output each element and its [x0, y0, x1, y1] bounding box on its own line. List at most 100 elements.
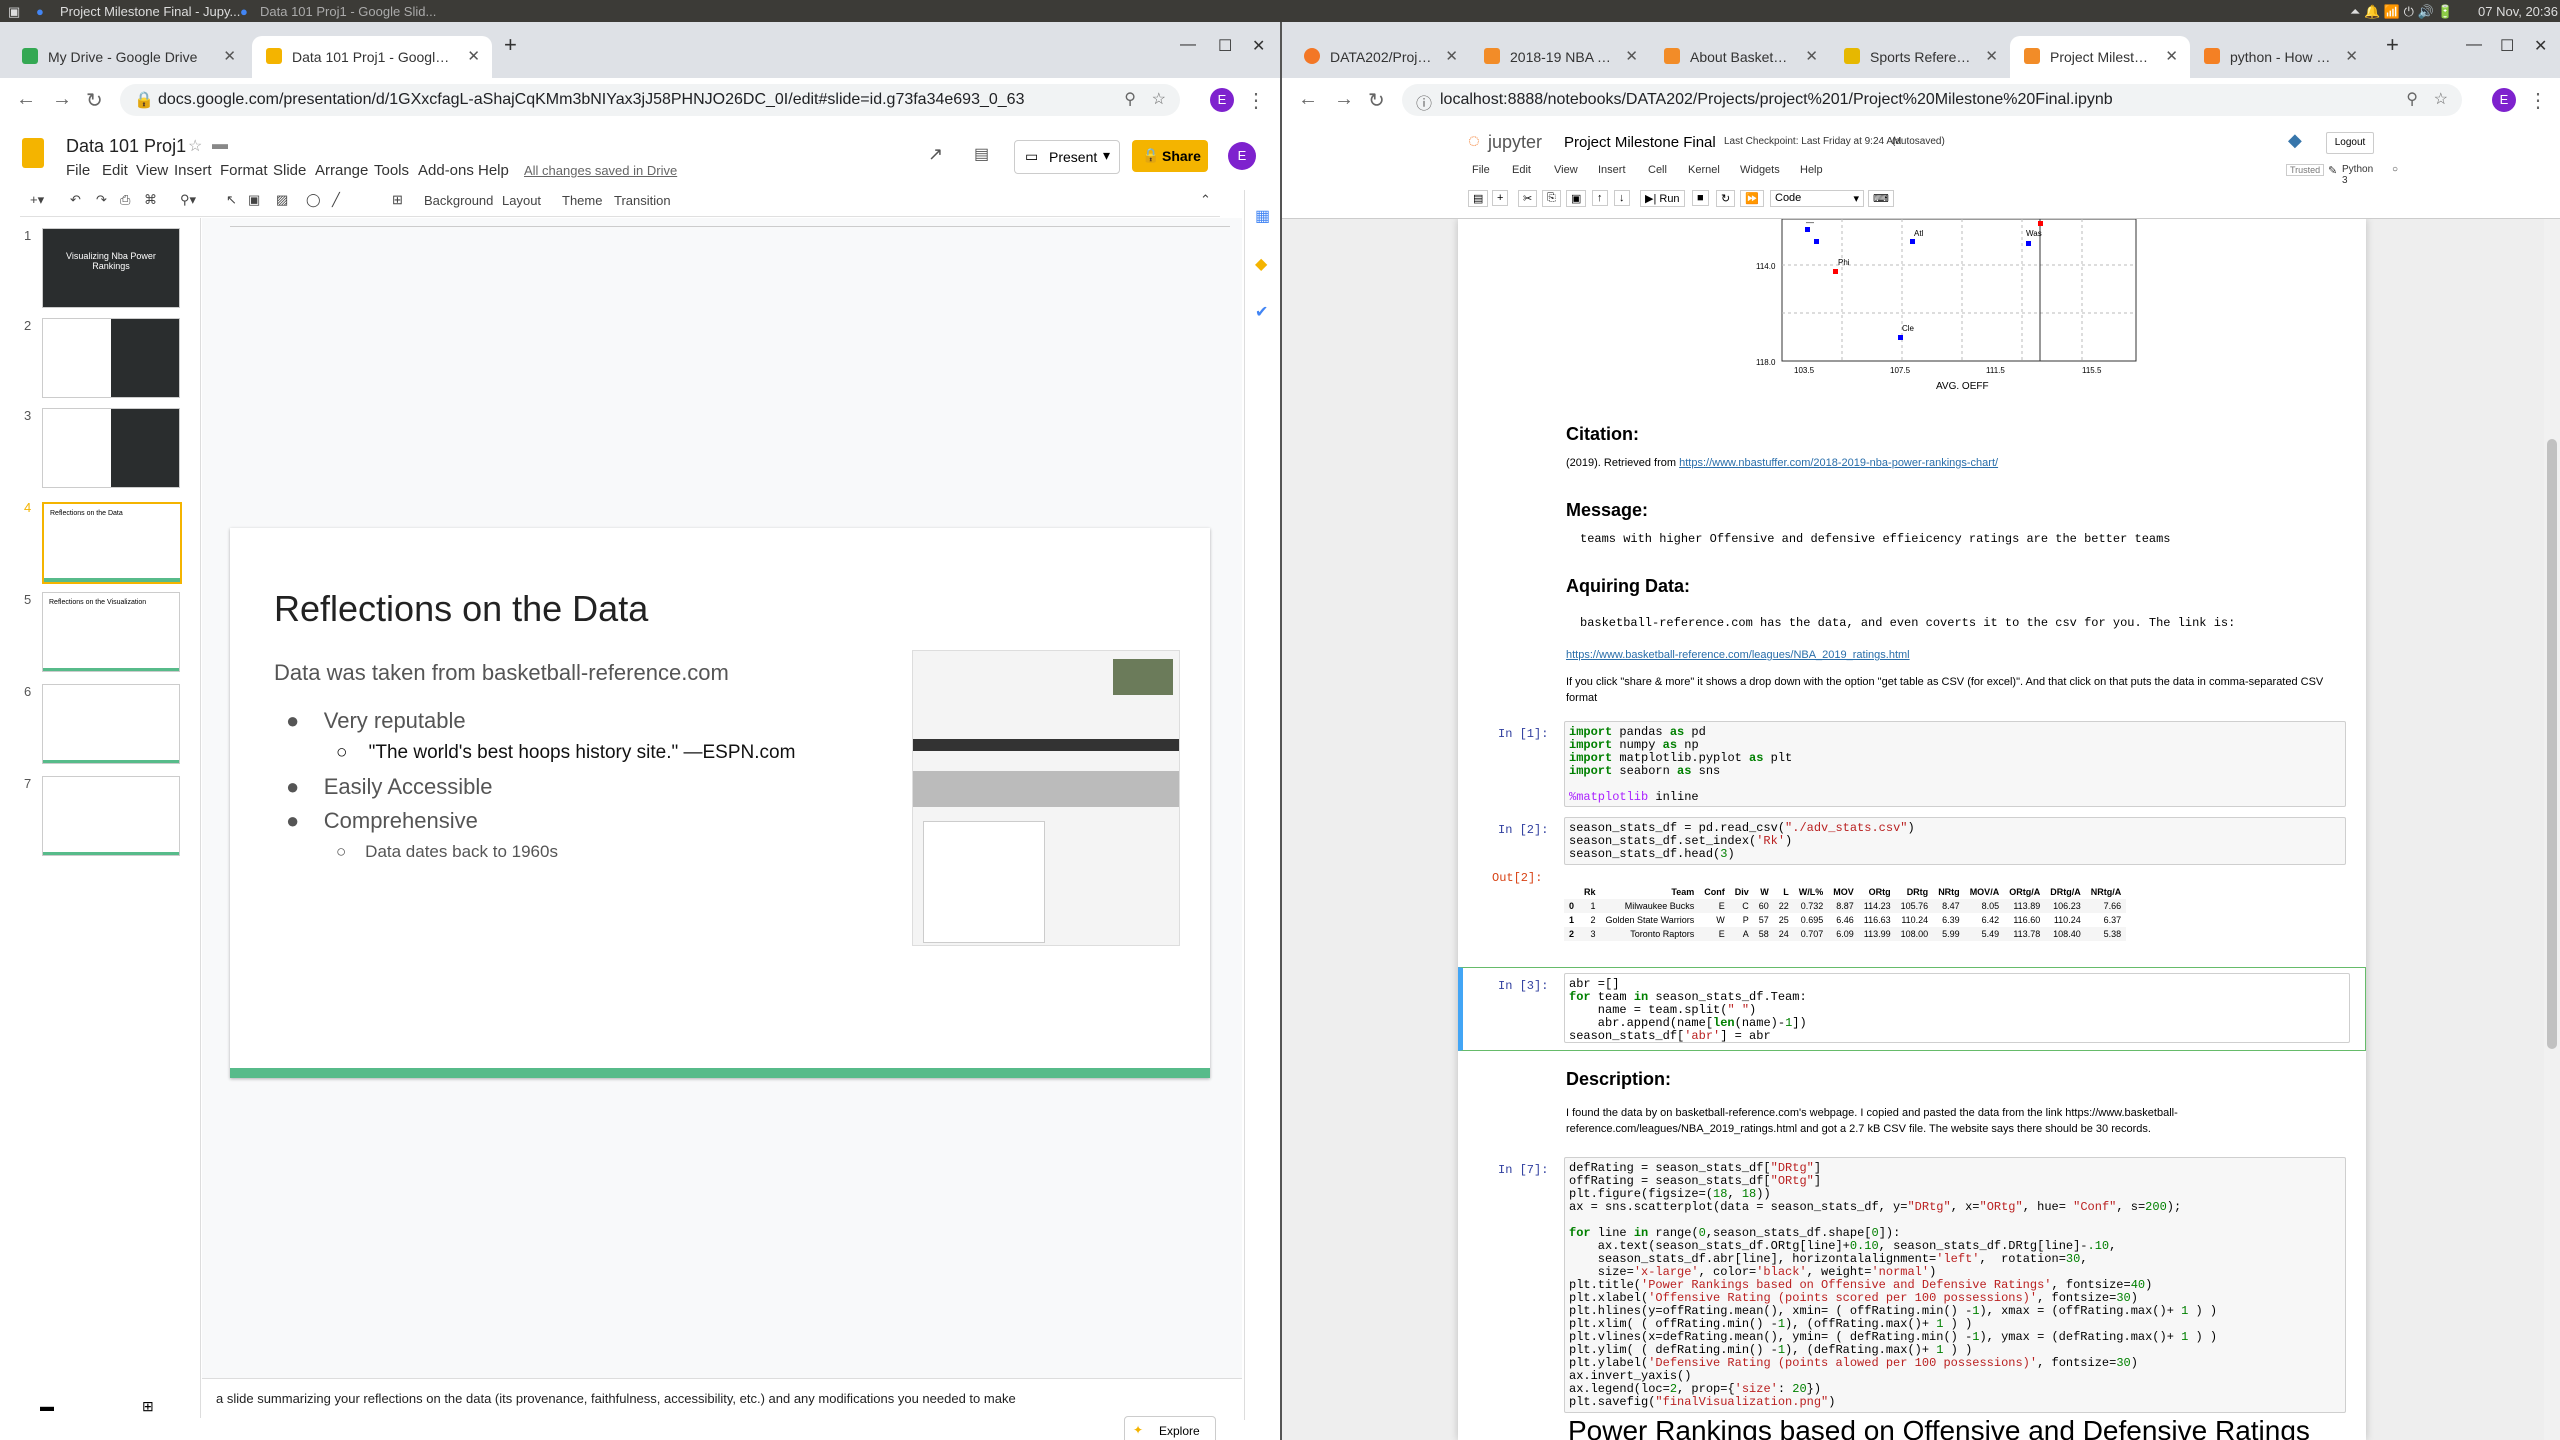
- menu-edit[interactable]: Edit: [1512, 164, 1531, 176]
- slide-thumb-2[interactable]: [42, 318, 180, 398]
- keyboard-icon[interactable]: ⌨: [1868, 190, 1894, 207]
- acquiring-link[interactable]: https://www.basketball-reference.com/lea…: [1566, 649, 1910, 661]
- close-icon[interactable]: ✕: [1625, 47, 1638, 65]
- menu-insert[interactable]: Insert: [1598, 164, 1626, 176]
- bullet-3a[interactable]: ○ Data dates back to 1960s: [336, 842, 558, 862]
- menu-arrange[interactable]: Arrange: [315, 162, 368, 179]
- move-down-icon[interactable]: ↓: [1614, 190, 1630, 206]
- forward-icon[interactable]: →: [52, 88, 72, 111]
- filmstrip-view-icon[interactable]: ▬: [40, 1398, 54, 1414]
- chrome-menu-icon[interactable]: ⋮: [2528, 88, 2548, 113]
- slide-thumb-4-selected[interactable]: Reflections on the Data: [42, 502, 182, 584]
- tasks-icon[interactable]: ✔: [1255, 302, 1268, 322]
- speaker-notes[interactable]: a slide summarizing your reflections on …: [202, 1378, 1242, 1440]
- address-bar[interactable]: ⓘ localhost:8888/notebooks/DATA202/Proje…: [1402, 84, 2462, 116]
- menu-insert[interactable]: Insert: [174, 162, 212, 179]
- cell-type-select[interactable]: Code ▾: [1770, 190, 1864, 207]
- back-icon[interactable]: ←: [1298, 88, 1318, 111]
- tab-nba-team-ratings[interactable]: 2018-19 NBA Team R ✕: [1470, 36, 1650, 78]
- print-icon[interactable]: ⎙: [120, 192, 130, 208]
- keep-icon[interactable]: ◆: [1255, 254, 1267, 274]
- trusted-badge[interactable]: Trusted: [2286, 164, 2325, 176]
- save-icon[interactable]: ▤: [1468, 190, 1489, 207]
- paste-icon[interactable]: ▣: [1566, 190, 1587, 207]
- slide-thumb-3[interactable]: [42, 408, 180, 488]
- back-icon[interactable]: ←: [16, 88, 36, 111]
- image-icon[interactable]: ▨: [276, 192, 288, 208]
- select-icon[interactable]: ↖: [226, 192, 237, 208]
- maximize-button[interactable]: ☐: [2500, 36, 2514, 56]
- cut-icon[interactable]: ✂: [1518, 190, 1538, 207]
- copy-icon[interactable]: ⎘: [1542, 190, 1561, 207]
- slide-thumb-6[interactable]: [42, 684, 180, 764]
- layout-button[interactable]: Layout: [502, 193, 541, 208]
- activity-icon[interactable]: ↗: [928, 144, 943, 165]
- bullet-1[interactable]: ● Very reputable: [286, 708, 466, 734]
- chrome-menu-icon[interactable]: ⋮: [1246, 88, 1266, 113]
- zoom-icon[interactable]: ⚲▾: [180, 192, 196, 208]
- redo-icon[interactable]: ↷: [96, 192, 107, 208]
- os-menu-icon[interactable]: ▣: [8, 4, 20, 20]
- close-icon[interactable]: ✕: [2165, 47, 2178, 65]
- new-tab-button[interactable]: +: [504, 32, 517, 58]
- stop-icon[interactable]: ■: [1692, 190, 1709, 206]
- code-cell-3[interactable]: abr =[] for team in season_stats_df.Team…: [1564, 973, 2350, 1043]
- zoom-icon[interactable]: ⚲: [2406, 89, 2418, 109]
- menu-tools[interactable]: Tools: [374, 162, 409, 179]
- address-bar[interactable]: 🔒 docs.google.com/presentation/d/1GXxcfa…: [120, 84, 1180, 116]
- scrollbar-thumb[interactable]: [2547, 439, 2557, 1049]
- code-cell-7-source[interactable]: defRating = season_stats_df["DRtg"] offR…: [1569, 1162, 2217, 1409]
- new-tab-button[interactable]: +: [2386, 32, 2399, 58]
- jupyter-logo-icon[interactable]: ◌: [1468, 130, 1480, 153]
- menu-help[interactable]: Help: [1800, 164, 1823, 176]
- minimize-button[interactable]: —: [1180, 36, 1196, 54]
- menu-format[interactable]: Format: [220, 162, 268, 179]
- menu-edit[interactable]: Edit: [102, 162, 128, 179]
- move-up-icon[interactable]: ↑: [1592, 190, 1608, 206]
- tab-stackoverflow[interactable]: python - How to cha ✕: [2190, 36, 2370, 78]
- menu-kernel[interactable]: Kernel: [1688, 164, 1720, 176]
- folder-icon[interactable]: ▬: [212, 136, 228, 154]
- zoom-icon[interactable]: ⚲: [1124, 89, 1136, 109]
- slide-title[interactable]: Reflections on the Data: [274, 588, 648, 630]
- background-button[interactable]: Background: [424, 193, 493, 208]
- close-window-button[interactable]: ✕: [1252, 36, 1265, 56]
- comments-icon[interactable]: ▤: [974, 144, 989, 164]
- close-icon[interactable]: ✕: [2345, 47, 2358, 65]
- slides-logo-icon[interactable]: [22, 138, 44, 168]
- present-button[interactable]: ▭ Present ▾: [1014, 140, 1120, 174]
- comment-add-icon[interactable]: ⊞: [392, 192, 403, 208]
- current-slide[interactable]: Reflections on the Data Data was taken f…: [230, 528, 1210, 1078]
- tab-google-slides[interactable]: Data 101 Proj1 - Google Slides ✕: [252, 36, 492, 78]
- reload-icon[interactable]: ↻: [1368, 88, 1385, 113]
- menu-cell[interactable]: Cell: [1648, 164, 1667, 176]
- explore-button[interactable]: ✦ Explore: [1124, 1416, 1216, 1440]
- menu-view[interactable]: View: [1554, 164, 1578, 176]
- shape-icon[interactable]: ◯: [306, 192, 321, 208]
- close-icon[interactable]: ✕: [467, 47, 480, 65]
- account-avatar[interactable]: E: [1228, 142, 1256, 170]
- menu-widgets[interactable]: Widgets: [1740, 164, 1780, 176]
- notebook-title[interactable]: Project Milestone Final: [1564, 134, 1716, 151]
- second-window-title[interactable]: Data 101 Proj1 - Google Slid...: [260, 4, 436, 19]
- code-cell-3-source[interactable]: abr =[] for team in season_stats_df.Team…: [1569, 978, 1807, 1043]
- share-button[interactable]: 🔒 Share: [1132, 140, 1208, 172]
- close-window-button[interactable]: ✕: [2534, 36, 2547, 56]
- menu-slide[interactable]: Slide: [273, 162, 306, 179]
- menu-help[interactable]: Help: [478, 162, 509, 179]
- bullet-1a[interactable]: ○ "The world's best hoops history site."…: [336, 742, 795, 764]
- profile-avatar[interactable]: E: [2492, 88, 2516, 112]
- star-icon[interactable]: ☆: [1152, 89, 1166, 109]
- theme-button[interactable]: Theme: [562, 193, 602, 208]
- new-slide-icon[interactable]: +▾: [30, 192, 44, 208]
- slide-subtitle[interactable]: Data was taken from basketball-reference…: [274, 660, 729, 686]
- code-cell-2-source[interactable]: season_stats_df = pd.read_csv("./adv_sta…: [1569, 822, 1915, 861]
- tab-sports-reference[interactable]: Sports Reference | S ✕: [1830, 36, 2010, 78]
- chevron-down-icon[interactable]: ▾: [1103, 147, 1110, 164]
- bullet-2[interactable]: ● Easily Accessible: [286, 774, 493, 800]
- menu-file[interactable]: File: [66, 162, 90, 179]
- maximize-button[interactable]: ☐: [1218, 36, 1232, 56]
- tab-project-milestone[interactable]: Project Milestone Fin ✕: [2010, 36, 2190, 78]
- star-icon[interactable]: ☆: [2434, 89, 2448, 109]
- restart-icon[interactable]: ↻: [1716, 190, 1736, 207]
